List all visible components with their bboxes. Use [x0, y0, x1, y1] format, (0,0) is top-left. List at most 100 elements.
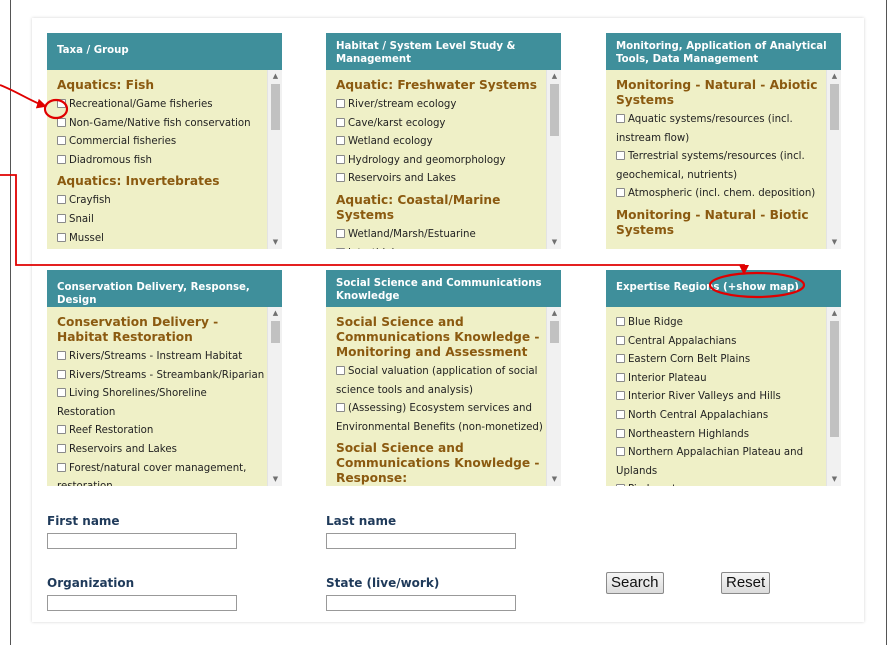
checkbox[interactable]	[336, 247, 345, 249]
scroll-thumb[interactable]	[271, 321, 280, 343]
checkbox-option[interactable]: Social valuation (application of social …	[336, 363, 545, 400]
checkbox[interactable]	[57, 154, 66, 164]
scroll-down-arrow-icon[interactable]: ▼	[268, 236, 282, 249]
checkbox[interactable]	[616, 151, 625, 161]
scroll-down-arrow-icon[interactable]: ▼	[268, 473, 282, 486]
panel-monitoring-list[interactable]: Monitoring - Natural - Abiotic Systems Aq…	[606, 70, 841, 249]
checkbox-option[interactable]: Mussel	[57, 230, 266, 249]
panel-taxa-list[interactable]: Aquatics: Fish Recreational/Game fisherie…	[47, 70, 282, 249]
scroll-up-arrow-icon[interactable]: ▲	[268, 307, 282, 320]
scroll-down-arrow-icon[interactable]: ▼	[547, 473, 561, 486]
checkbox[interactable]	[57, 462, 66, 472]
checkbox-option[interactable]: Eastern Corn Belt Plains	[616, 351, 825, 370]
scrollbar[interactable]: ▲ ▼	[826, 70, 841, 249]
scroll-down-arrow-icon[interactable]: ▼	[827, 473, 841, 486]
scroll-thumb[interactable]	[830, 321, 839, 437]
state-input[interactable]	[326, 595, 516, 611]
checkbox[interactable]	[57, 117, 66, 127]
checkbox[interactable]	[336, 228, 345, 238]
panel-regions-list[interactable]: Blue Ridge Central Appalachians Eastern Co…	[606, 307, 841, 486]
last-name-input[interactable]	[326, 533, 516, 549]
checkbox[interactable]	[336, 99, 345, 108]
panel-social-list[interactable]: Social Science and Communications Knowle…	[326, 307, 561, 486]
checkbox-option[interactable]: Recreational/Game fisheries	[57, 96, 266, 115]
checkbox-option[interactable]: Northeastern Highlands	[616, 426, 825, 445]
scroll-down-arrow-icon[interactable]: ▼	[547, 236, 561, 249]
checkbox-option[interactable]: (Assessing) Ecosystem services and Envir…	[336, 400, 545, 437]
checkbox[interactable]	[616, 354, 625, 364]
checkbox[interactable]	[616, 391, 625, 401]
checkbox[interactable]	[616, 188, 625, 198]
checkbox-option[interactable]: Cave/karst ecology	[336, 115, 545, 134]
checkbox-option[interactable]: Forest/natural cover management, restora…	[57, 460, 266, 486]
scroll-thumb[interactable]	[550, 321, 559, 343]
checkbox[interactable]	[616, 317, 625, 326]
checkbox-option[interactable]: Reservoirs and Lakes	[336, 170, 545, 189]
checkbox[interactable]	[336, 366, 345, 375]
checkbox-option[interactable]: Crayfish	[57, 192, 266, 211]
organization-input[interactable]	[47, 595, 237, 611]
scroll-thumb[interactable]	[550, 84, 559, 136]
checkbox-option[interactable]: Non-Game/Native fish conservation	[57, 115, 266, 134]
scroll-up-arrow-icon[interactable]: ▲	[547, 70, 561, 83]
checkbox[interactable]	[616, 372, 625, 382]
checkbox[interactable]	[616, 428, 625, 438]
checkbox-option[interactable]: Reef Restoration	[57, 422, 266, 441]
checkbox[interactable]	[57, 443, 66, 453]
checkbox[interactable]	[57, 195, 66, 205]
checkbox[interactable]	[57, 99, 66, 108]
checkbox[interactable]	[57, 369, 66, 379]
checkbox-option[interactable]: River/stream ecology	[336, 96, 545, 115]
first-name-input[interactable]	[47, 533, 237, 549]
scroll-up-arrow-icon[interactable]: ▲	[268, 70, 282, 83]
checkbox-option[interactable]: Blue Ridge	[616, 314, 825, 333]
checkbox-option[interactable]: Northern Appalachian Plateau and Uplands	[616, 444, 825, 481]
checkbox-option[interactable]: Diadromous fish	[57, 152, 266, 171]
checkbox[interactable]	[616, 484, 625, 486]
checkbox[interactable]	[336, 154, 345, 164]
scroll-thumb[interactable]	[830, 84, 839, 130]
search-button[interactable]: Search	[606, 572, 664, 594]
scroll-thumb[interactable]	[271, 84, 280, 130]
scrollbar[interactable]: ▲ ▼	[267, 307, 282, 486]
checkbox-option[interactable]: Hydrology and geomorphology	[336, 152, 545, 171]
checkbox-option[interactable]: Living Shorelines/Shoreline Restoration	[57, 385, 266, 422]
checkbox[interactable]	[616, 335, 625, 345]
checkbox[interactable]	[57, 136, 66, 146]
panel-habitat-list[interactable]: Aquatic: Freshwater Systems River/stream …	[326, 70, 561, 249]
scrollbar[interactable]: ▲ ▼	[546, 70, 561, 249]
checkbox-option[interactable]: Rivers/Streams - Instream Habitat	[57, 348, 266, 367]
checkbox-option[interactable]: Terrestrial systems/resources (incl. geo…	[616, 148, 825, 185]
scrollbar[interactable]: ▲ ▼	[826, 307, 841, 486]
checkbox[interactable]	[616, 409, 625, 419]
scroll-up-arrow-icon[interactable]: ▲	[827, 307, 841, 320]
checkbox[interactable]	[57, 213, 66, 223]
checkbox-option[interactable]: Aquatic systems/resources (incl. instrea…	[616, 111, 825, 148]
checkbox[interactable]	[336, 403, 345, 413]
checkbox-option[interactable]: Atmospheric (incl. chem. deposition)	[616, 185, 825, 204]
checkbox[interactable]	[57, 232, 66, 242]
panel-conservation-list[interactable]: Conservation Delivery - Habitat Restorat…	[47, 307, 282, 486]
scroll-up-arrow-icon[interactable]: ▲	[547, 307, 561, 320]
checkbox-option[interactable]: Central Appalachians	[616, 333, 825, 352]
checkbox[interactable]	[57, 351, 66, 360]
checkbox-option[interactable]: Wetland ecology	[336, 133, 545, 152]
checkbox-option[interactable]: Snail	[57, 211, 266, 230]
checkbox[interactable]	[57, 425, 66, 435]
scroll-up-arrow-icon[interactable]: ▲	[827, 70, 841, 83]
checkbox[interactable]	[616, 114, 625, 123]
show-map-link[interactable]: (+show map)	[723, 282, 799, 293]
checkbox-option[interactable]: Rivers/Streams - Streambank/Riparian	[57, 367, 266, 386]
checkbox-option[interactable]: Interior River Valleys and Hills	[616, 388, 825, 407]
checkbox[interactable]	[336, 173, 345, 183]
scrollbar[interactable]: ▲ ▼	[267, 70, 282, 249]
checkbox[interactable]	[336, 136, 345, 146]
checkbox-option[interactable]: Reservoirs and Lakes	[57, 441, 266, 460]
checkbox[interactable]	[336, 117, 345, 127]
checkbox[interactable]	[616, 447, 625, 457]
checkbox-option[interactable]: Piedmont	[616, 481, 825, 486]
checkbox-option[interactable]: Wetland/Marsh/Estuarine	[336, 226, 545, 245]
checkbox-option[interactable]: Commercial fisheries	[57, 133, 266, 152]
scroll-down-arrow-icon[interactable]: ▼	[827, 236, 841, 249]
checkbox[interactable]	[57, 388, 66, 398]
